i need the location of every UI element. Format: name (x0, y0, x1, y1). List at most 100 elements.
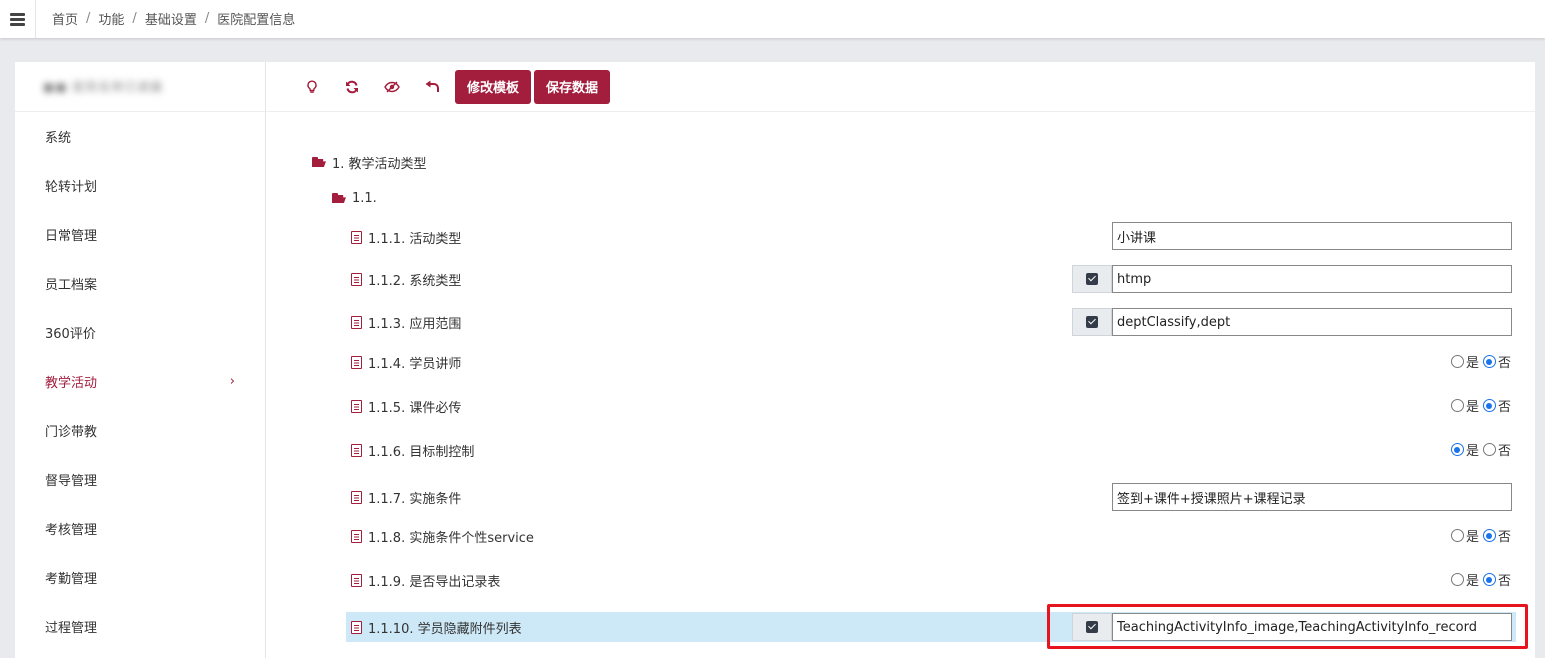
student-lecturer-radio-group: 是 否 (1447, 352, 1511, 371)
radio-yes[interactable] (1450, 529, 1464, 542)
radio-yes-label: 是 (1465, 574, 1479, 589)
config-row-label: 1.1.6. 目标制控制 (368, 444, 475, 460)
config-row-label: 1.1.1. 活动类型 (368, 231, 462, 247)
file-text-icon (351, 399, 362, 413)
config-row: 1.1.9. 是否导出记录表 (266, 570, 1536, 590)
radio-yes[interactable] (1450, 355, 1464, 368)
lightbulb-icon[interactable] (292, 69, 332, 105)
sidebar-header: ■■ 医院名称已遮蔽 (15, 62, 265, 112)
tree-node-label: 1. 教学活动类型 (332, 156, 427, 172)
sidebar-item-label: 360评价 (45, 327, 96, 342)
file-text-icon (351, 529, 362, 543)
config-row-label: 1.1.4. 学员讲师 (368, 356, 462, 372)
radio-no-label: 否 (1497, 444, 1511, 459)
sidebar-item-process-management[interactable]: 过程管理 (15, 602, 265, 651)
checkbox-checked-icon (1086, 316, 1098, 328)
breadcrumb: 首页 / 功能 / 基础设置 / 医院配置信息 (52, 9, 295, 28)
top-bar: 首页 / 功能 / 基础设置 / 医院配置信息 (0, 0, 1545, 38)
radio-yes-label: 是 (1465, 530, 1479, 545)
sidebar-item-label: 过程管理 (45, 621, 98, 636)
config-row-label: 1.1.10. 学员隐藏附件列表 (368, 621, 522, 637)
folder-open-icon (332, 193, 346, 203)
sidebar-item-teaching-activity[interactable]: 教学活动 › (15, 357, 265, 406)
refresh-icon[interactable] (332, 69, 372, 105)
export-record-radio-group: 是 否 (1447, 570, 1511, 589)
file-text-icon (351, 620, 362, 634)
breadcrumb-separator: / (132, 11, 137, 26)
radio-no[interactable] (1482, 399, 1496, 412)
eye-slash-icon[interactable] (372, 69, 412, 105)
breadcrumb-basic-settings[interactable]: 基础设置 (145, 9, 197, 28)
sidebar-item-rotation-plan[interactable]: 轮转计划 (15, 161, 265, 210)
radio-yes[interactable] (1450, 443, 1464, 456)
checkbox-checked-icon (1086, 273, 1098, 285)
radio-no[interactable] (1482, 529, 1496, 542)
config-row-label: 1.1.7. 实施条件 (368, 491, 462, 507)
courseware-required-radio-group: 是 否 (1447, 396, 1511, 415)
breadcrumb-current: 医院配置信息 (217, 13, 296, 28)
sidebar-item-label: 督导管理 (45, 474, 98, 489)
radio-no[interactable] (1482, 573, 1496, 586)
tree-node-group[interactable]: 1.1. (266, 188, 1536, 208)
file-text-icon (351, 443, 362, 457)
hamburger-menu-icon[interactable] (0, 0, 36, 38)
sidebar-item-label: 日常管理 (45, 229, 98, 244)
system-type-checkbox[interactable] (1072, 265, 1112, 293)
radio-yes[interactable] (1450, 399, 1464, 412)
sidebar-item-daily-management[interactable]: 日常管理 (15, 210, 265, 259)
config-row: 1.1.5. 课件必传 (266, 396, 1536, 416)
chevron-right-icon: › (229, 374, 235, 389)
radio-no-label: 否 (1497, 530, 1511, 545)
breadcrumb-function[interactable]: 功能 (98, 9, 124, 28)
toolbar: 修改模板 保存数据 (266, 62, 1535, 112)
breadcrumb-separator: / (204, 11, 210, 26)
sidebar-item-label: 轮转计划 (45, 180, 98, 195)
file-text-icon (351, 315, 362, 329)
undo-icon[interactable] (412, 69, 452, 105)
hospital-name: ■■ 医院名称已遮蔽 (43, 80, 164, 94)
config-row: 1.1.4. 学员讲师 (266, 352, 1536, 372)
breadcrumb-home[interactable]: 首页 (52, 9, 78, 28)
sidebar-item-assessment[interactable]: 考核管理 (15, 504, 265, 553)
file-text-icon (351, 573, 362, 587)
config-row: 1.1.8. 实施条件个性service (266, 526, 1536, 546)
sidebar-item-system[interactable]: 系统 (15, 112, 265, 161)
file-text-icon (351, 230, 362, 244)
scope-checkbox[interactable] (1072, 308, 1112, 336)
edit-template-button[interactable]: 修改模板 (455, 69, 532, 104)
sidebar-item-label: 教学活动 (45, 376, 98, 391)
radio-no-label: 否 (1497, 400, 1511, 415)
config-row-label: 1.1.3. 应用范围 (368, 316, 462, 332)
annotation-highlight-box (1047, 604, 1528, 649)
conditions-input[interactable]: 签到+课件+授课照片+课程记录 (1112, 483, 1512, 511)
scope-input[interactable]: deptClassify,dept (1112, 308, 1512, 336)
save-data-button[interactable]: 保存数据 (534, 69, 611, 104)
file-text-icon (351, 490, 362, 504)
tree-node-root[interactable]: 1. 教学活动类型 (266, 152, 1536, 172)
radio-no-label: 否 (1497, 356, 1511, 371)
config-row-label: 1.1.8. 实施条件个性service (368, 530, 534, 546)
sidebar-item-label: 门诊带教 (45, 425, 98, 440)
sidebar-item-staff-records[interactable]: 员工档案 (15, 259, 265, 308)
sidebar-item-label: 员工档案 (45, 278, 98, 293)
sidebar: ■■ 医院名称已遮蔽 系统 轮转计划 日常管理 员工档案 360评价 教学活动 … (15, 62, 265, 658)
activity-type-input[interactable]: 小讲课 (1112, 222, 1512, 250)
folder-open-icon (312, 157, 326, 167)
sidebar-item-label: 系统 (45, 131, 72, 146)
radio-yes-label: 是 (1465, 444, 1479, 459)
radio-no[interactable] (1482, 443, 1496, 456)
breadcrumb-separator: / (86, 11, 91, 26)
config-row: 1.1.6. 目标制控制 (266, 440, 1536, 460)
sidebar-item-supervision[interactable]: 督导管理 (15, 455, 265, 504)
sidebar-item-attendance[interactable]: 考勤管理 (15, 553, 265, 602)
sidebar-item-outpatient-teaching[interactable]: 门诊带教 (15, 406, 265, 455)
radio-no[interactable] (1482, 355, 1496, 368)
radio-yes[interactable] (1450, 573, 1464, 586)
system-type-input[interactable]: htmp (1112, 265, 1512, 293)
config-row-label: 1.1.5. 课件必传 (368, 400, 462, 416)
config-row-label: 1.1.2. 系统类型 (368, 273, 462, 289)
sidebar-item-label: 考核管理 (45, 523, 98, 538)
config-row-label: 1.1.9. 是否导出记录表 (368, 574, 501, 590)
sidebar-item-360-evaluation[interactable]: 360评价 (15, 308, 265, 357)
sidebar-item-label: 考勤管理 (45, 572, 98, 587)
